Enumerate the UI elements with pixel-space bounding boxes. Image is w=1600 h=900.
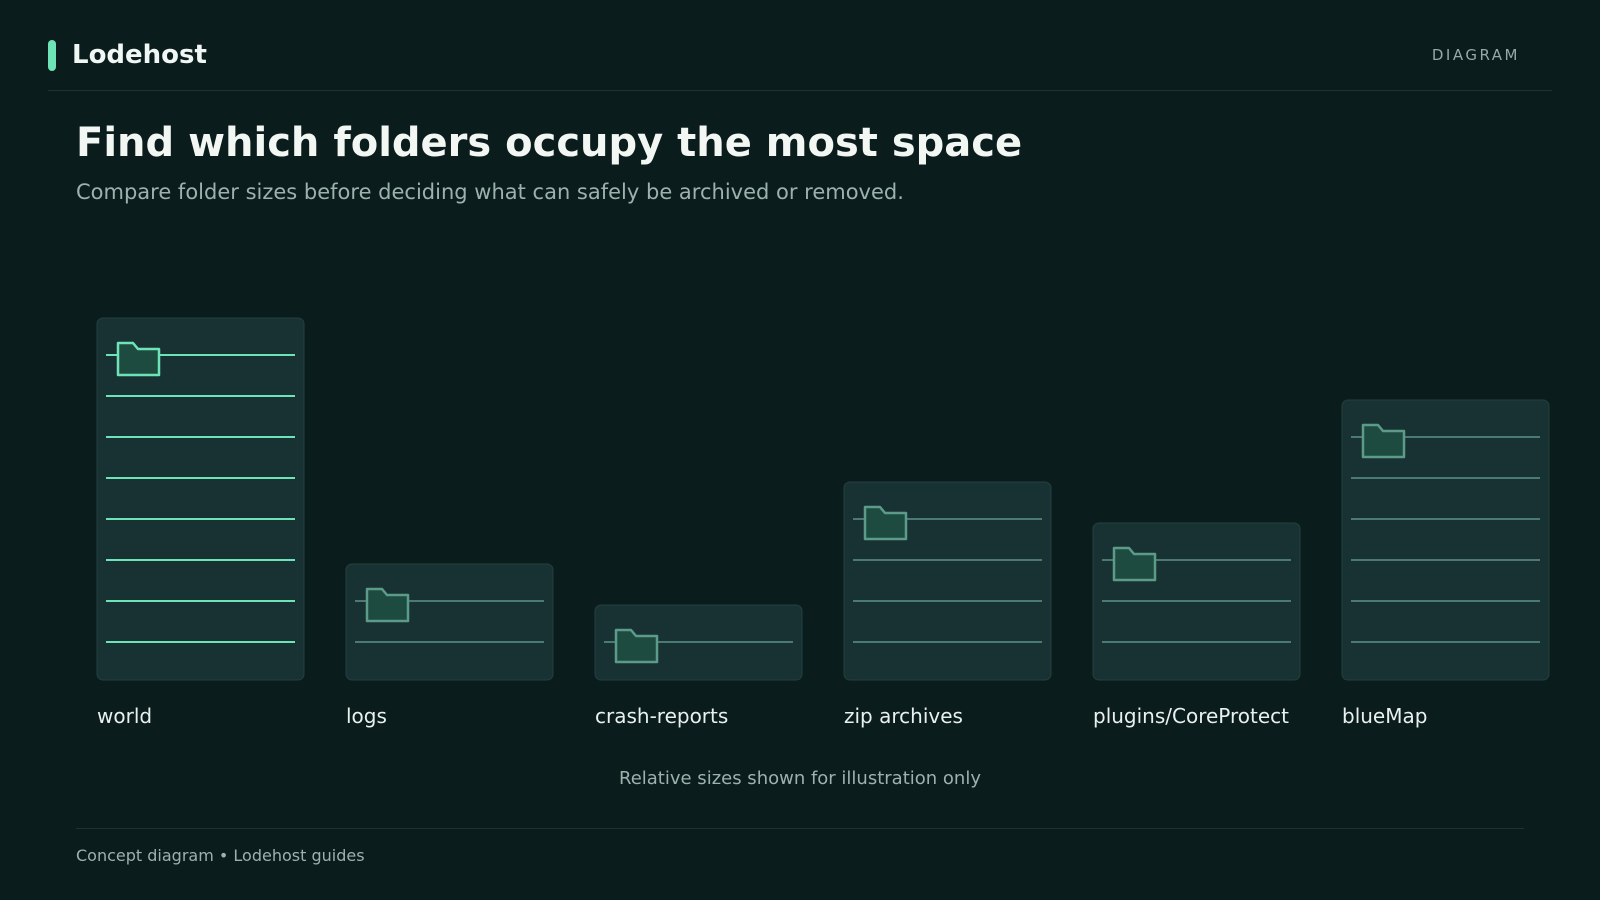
diagram-note: Relative sizes shown for illustration on… <box>619 768 981 789</box>
folder-icon <box>614 628 659 664</box>
folder-card-0: world <box>96 317 305 728</box>
folder-label: crash-reports <box>595 704 728 728</box>
folder-card-2: crash-reports <box>594 604 803 728</box>
folder-card-3: zip archives <box>843 481 1052 728</box>
folder-icon <box>116 341 161 377</box>
folder-icon <box>1361 423 1406 459</box>
folder-label: zip archives <box>844 704 963 728</box>
folder-card-5: blueMap <box>1341 399 1550 728</box>
folder-size-diagram: world logs crash-reports zip archives plugin… <box>96 317 1550 728</box>
footer-divider <box>76 828 1524 829</box>
folder-icon <box>365 587 410 623</box>
folder-label: logs <box>346 704 387 728</box>
folder-icon <box>1112 546 1157 582</box>
folder-icon <box>863 505 908 541</box>
folder-label: blueMap <box>1342 704 1427 728</box>
folder-label: world <box>97 704 152 728</box>
folder-label: plugins/CoreProtect <box>1093 704 1289 728</box>
folder-card-1: logs <box>345 563 554 728</box>
folder-card-4: plugins/CoreProtect <box>1092 522 1301 728</box>
footer-text: Concept diagram • Lodehost guides <box>76 846 365 865</box>
